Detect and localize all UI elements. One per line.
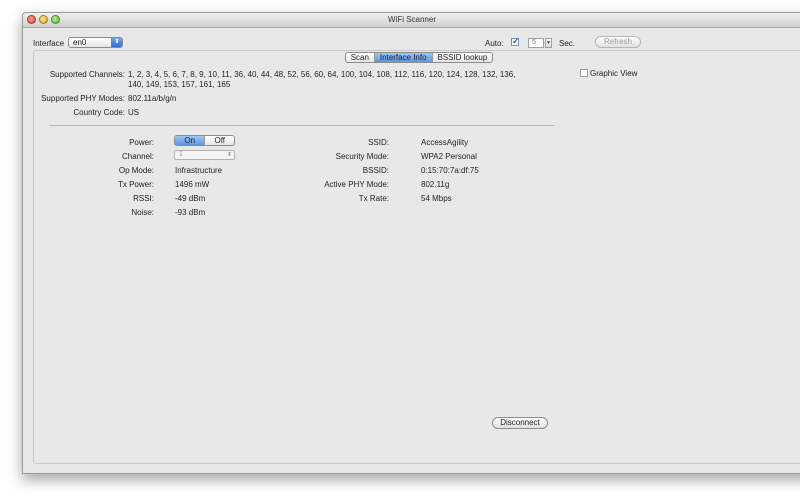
channel-select[interactable]: 1 ⬍ xyxy=(174,150,235,160)
power-on-button[interactable]: On xyxy=(175,136,205,145)
ssid-label: SSID: xyxy=(368,138,389,147)
interval-stepper-icon[interactable]: ▼ xyxy=(545,38,552,48)
tab-bar: Scan Interface Info BSSID lookup xyxy=(345,52,493,63)
tx-rate-value: 54 Mbps xyxy=(421,194,452,203)
rssi-value: -49 dBm xyxy=(175,194,206,203)
graphic-view-checkbox[interactable] xyxy=(580,69,588,77)
power-off-button[interactable]: Off xyxy=(204,136,234,145)
graphic-view-label[interactable]: Graphic View xyxy=(590,69,637,78)
select-arrows-icon: ⬍ xyxy=(226,152,232,158)
disconnect-button[interactable]: Disconnect xyxy=(492,417,548,429)
rssi-label: RSSI: xyxy=(133,194,154,203)
refresh-button[interactable]: Refresh xyxy=(595,36,641,48)
bssid-label: BSSID: xyxy=(362,166,389,175)
auto-checkbox[interactable]: ✓ xyxy=(511,36,520,46)
supported-phy-modes-value: 802.11a/b/g/n xyxy=(128,94,177,103)
channel-select-value: 1 xyxy=(179,151,183,158)
auto-label: Auto: xyxy=(485,39,504,48)
power-toggle[interactable]: On Off xyxy=(174,135,235,146)
ssid-value: AccessAgility xyxy=(421,138,469,147)
interface-label: Interface xyxy=(33,39,65,48)
app-window: WiFi Scanner Interface en0 ⬍ Auto: ✓ 5 ▼… xyxy=(22,12,800,474)
interface-select[interactable]: en0 ⬍ xyxy=(68,37,123,48)
country-code-value: US xyxy=(128,108,140,117)
op-mode-value: Infrastructure xyxy=(175,166,223,175)
interval-field[interactable]: 5 xyxy=(528,38,544,48)
tab-scan[interactable]: Scan xyxy=(346,53,374,62)
tx-rate-label: Tx Rate: xyxy=(358,194,389,203)
supported-channels-value-line1: 1, 2, 3, 4, 5, 6, 7, 8, 9, 10, 11, 36, 4… xyxy=(128,70,516,79)
country-code-label: Country Code: xyxy=(73,108,125,117)
tx-power-label: Tx Power: xyxy=(117,180,154,189)
op-mode-label: Op Mode: xyxy=(118,166,154,175)
divider xyxy=(49,125,555,126)
window-title: WiFi Scanner xyxy=(387,15,436,24)
power-label: Power: xyxy=(129,138,154,147)
active-phy-mode-label: Active PHY Mode: xyxy=(324,180,389,189)
tab-bssid-lookup[interactable]: BSSID lookup xyxy=(431,53,492,62)
interface-select-value: en0 xyxy=(73,38,87,47)
title-bar[interactable]: WiFi Scanner xyxy=(23,13,800,28)
channel-label: Channel: xyxy=(121,152,154,161)
checkmark-icon: ✓ xyxy=(512,36,520,46)
noise-value: -93 dBm xyxy=(175,208,206,217)
content-box xyxy=(33,50,800,464)
sec-label: Sec. xyxy=(559,39,576,48)
active-phy-mode-value: 802.11g xyxy=(421,180,450,189)
tx-power-value: 1496 mW xyxy=(175,180,210,189)
supported-phy-modes-label: Supported PHY Modes: xyxy=(41,94,125,103)
tab-interface-info[interactable]: Interface Info xyxy=(373,53,432,62)
security-mode-value: WPA2 Personal xyxy=(421,152,477,161)
noise-label: Noise: xyxy=(131,208,154,217)
bssid-value: 0:15:70:7a:df:75 xyxy=(421,166,479,175)
security-mode-label: Security Mode: xyxy=(335,152,389,161)
supported-channels-label: Supported Channels: xyxy=(49,70,125,79)
select-arrows-icon: ⬍ xyxy=(111,38,122,47)
supported-channels-value-line2: 140, 149, 153, 157, 161, 165 xyxy=(128,80,231,89)
